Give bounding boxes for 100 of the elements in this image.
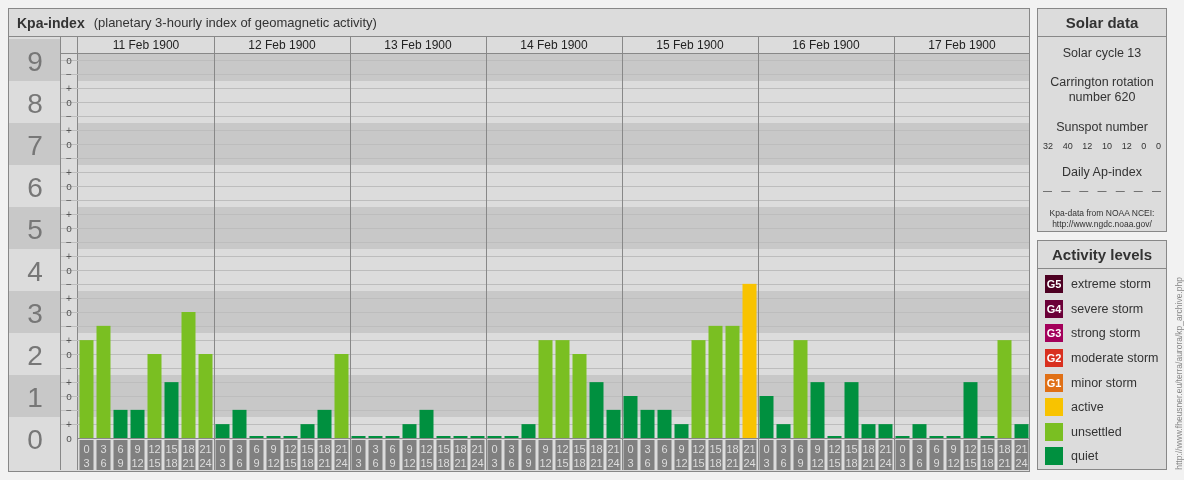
- hour-label: 21 24: [1014, 440, 1029, 470]
- day-label: 17 Feb 1900: [928, 38, 996, 52]
- x-tick-label: 0 3: [491, 443, 498, 469]
- kp-bar: [657, 409, 672, 438]
- kp-bar: [215, 424, 230, 438]
- hour-label: 6 9: [929, 440, 944, 470]
- x-tick-label: 6 9: [253, 443, 260, 469]
- chart-subtitle: (planetary 3-hourly index of geomagnetic activity): [93, 15, 377, 30]
- hour-label: 6 9: [657, 440, 672, 470]
- y-axis-label: 7: [27, 130, 43, 161]
- hour-label: 0 3: [215, 440, 230, 470]
- legend-label: minor storm: [1071, 375, 1137, 390]
- kp-bar: [963, 382, 978, 438]
- day-label: 12 Feb 1900: [248, 38, 316, 52]
- hour-label: 6 9: [521, 440, 536, 470]
- kp-bar: [640, 409, 655, 438]
- minor-tick-label: −: [66, 236, 72, 248]
- hour-label: 3 6: [640, 440, 655, 470]
- minor-tick-label: o: [66, 138, 72, 150]
- hour-label: 18 21: [453, 440, 468, 470]
- kp-bar: [861, 424, 876, 438]
- hour-label: 12 15: [283, 440, 298, 470]
- x-tick-label: 3 6: [644, 443, 651, 469]
- hour-label: 3 6: [912, 440, 927, 470]
- hour-label: 18 21: [861, 440, 876, 470]
- x-tick-label: 0 3: [899, 443, 906, 469]
- y-axis-label: 9: [27, 46, 43, 77]
- hour-label: 15 18: [844, 440, 859, 470]
- hour-label: 3 6: [776, 440, 791, 470]
- hour-label: 0 3: [759, 440, 774, 470]
- hour-label: 6 9: [113, 440, 128, 470]
- hour-label: 0 3: [895, 440, 910, 470]
- kp-bar: [164, 382, 179, 438]
- y-axis-label: 6: [27, 172, 43, 203]
- x-tick-label: 3 6: [236, 443, 243, 469]
- legend-label: active: [1071, 400, 1104, 415]
- kp-bar: [232, 409, 247, 438]
- kp-bar: [589, 382, 604, 438]
- minor-tick-label: +: [66, 334, 72, 346]
- minor-tick-label: +: [66, 166, 72, 178]
- minor-tick-label: o: [66, 348, 72, 360]
- sunspot-value: 40: [1062, 141, 1073, 151]
- hour-label: 12 15: [419, 440, 434, 470]
- hour-label: 6 9: [249, 440, 264, 470]
- storm-badge: G3: [1045, 324, 1063, 343]
- ap-value: —: [1079, 186, 1089, 196]
- minor-tick-label: +: [66, 250, 72, 262]
- kp-bar: [606, 409, 621, 438]
- kp-bar: [113, 409, 128, 438]
- hour-label: 9 12: [946, 440, 961, 470]
- sunspot-value: 32: [1043, 141, 1053, 151]
- hour-label: 21 24: [470, 440, 485, 470]
- hour-label: 21 24: [878, 440, 893, 470]
- hour-label: 6 9: [385, 440, 400, 470]
- kp-bar: [419, 409, 434, 438]
- source-link[interactable]: http://www.ngdc.noaa.gov/: [1038, 219, 1166, 230]
- ap-value: —: [1133, 186, 1143, 196]
- sunspot-value: 0: [1155, 141, 1161, 151]
- x-tick-label: 3 6: [100, 443, 107, 469]
- legend-label: strong storm: [1071, 326, 1141, 341]
- sunspot-value: 0: [1141, 141, 1147, 151]
- x-tick-label: 6 9: [933, 443, 940, 469]
- legend-label: extreme storm: [1071, 277, 1151, 292]
- hour-label: 15 18: [980, 440, 995, 470]
- kp-bar: [1014, 424, 1029, 438]
- kp-bar: [623, 396, 638, 438]
- kp-bar: [130, 409, 145, 438]
- storm-badge: G4: [1045, 299, 1063, 318]
- x-tick-label: 0 3: [627, 443, 634, 469]
- hour-label: 0 3: [351, 440, 366, 470]
- minor-tick-label: −: [66, 110, 72, 122]
- sunspot-value: 12: [1082, 141, 1093, 151]
- minor-tick-label: o: [66, 390, 72, 402]
- ap-value: —: [1151, 186, 1161, 196]
- kp-bar: [844, 382, 859, 438]
- y-axis-label: 3: [27, 298, 43, 329]
- minor-tick-label: o: [66, 54, 72, 66]
- minor-tick-label: −: [66, 152, 72, 164]
- carrington-rotation: Carrington rotation number 620: [1049, 75, 1155, 105]
- ap-value: —: [1043, 186, 1052, 196]
- hour-label: 6 9: [793, 440, 808, 470]
- minor-tick-label: −: [66, 194, 72, 206]
- hour-label: 18 21: [725, 440, 740, 470]
- minor-tick-label: o: [66, 96, 72, 108]
- hour-label: 0 3: [487, 440, 502, 470]
- x-tick-label: 3 6: [372, 443, 379, 469]
- legend-label: moderate storm: [1071, 351, 1159, 366]
- storm-badge: G2: [1045, 349, 1063, 368]
- hour-label: 15 18: [572, 440, 587, 470]
- hour-label: 15 18: [300, 440, 315, 470]
- hour-label: 12 15: [147, 440, 162, 470]
- minor-tick-label: o: [66, 180, 72, 192]
- hour-label: 21 24: [742, 440, 757, 470]
- kp-bar: [912, 424, 927, 438]
- hour-label: 18 21: [997, 440, 1012, 470]
- hour-label: 9 12: [538, 440, 553, 470]
- hour-label: 3 6: [232, 440, 247, 470]
- day-label: 14 Feb 1900: [520, 38, 588, 52]
- minor-tick-label: −: [66, 362, 72, 374]
- hour-label: 15 18: [708, 440, 723, 470]
